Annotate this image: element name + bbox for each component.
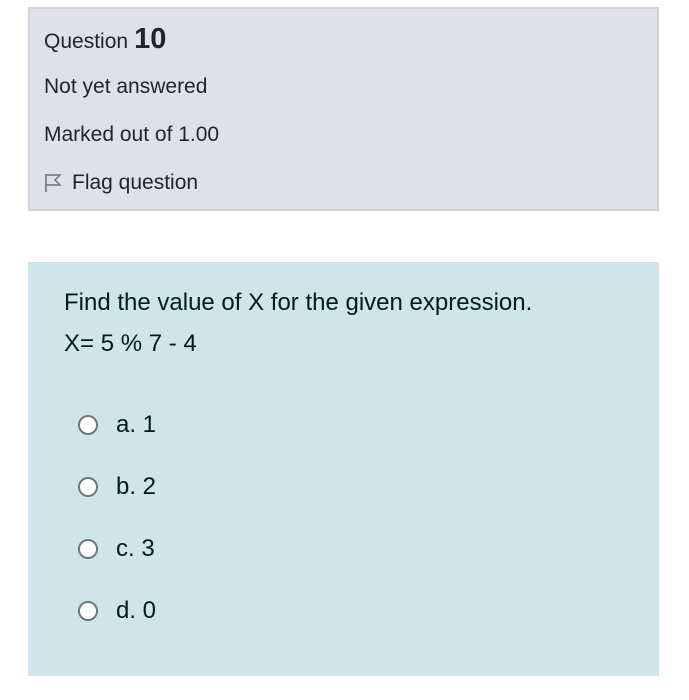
answer-option-b[interactable]: b. 2 (78, 472, 156, 502)
flag-question-label: Flag question (72, 171, 199, 194)
answer-radio-a[interactable] (78, 415, 98, 435)
answer-option-c[interactable]: c. 3 (78, 534, 155, 564)
question-title: Question 10 (44, 23, 166, 58)
answer-label-b: b. 2 (116, 473, 157, 500)
answer-radio-b[interactable] (78, 477, 98, 497)
question-grade: Marked out of 1.00 (44, 123, 220, 146)
answer-label-c: c. 3 (116, 535, 155, 562)
question-state: Not yet answered (44, 75, 208, 98)
flag-outline-icon (44, 173, 72, 193)
flag-question-link[interactable]: Flag question (44, 169, 198, 197)
question-formulation-panel: Find the value of X for the given expres… (28, 262, 659, 676)
answer-option-a[interactable]: a. 1 (78, 410, 156, 440)
question-title-prefix: Question (44, 30, 129, 53)
question-expression: X= 5 % 7 - 4 (64, 330, 197, 357)
answer-label-a: a. 1 (116, 411, 157, 438)
answer-option-d[interactable]: d. 0 (78, 596, 156, 626)
question-number: 10 (134, 23, 167, 55)
question-text: Find the value of X for the given expres… (64, 289, 533, 316)
answer-label-d: d. 0 (116, 597, 157, 624)
answer-radio-d[interactable] (78, 601, 98, 621)
answer-radio-c[interactable] (78, 539, 98, 559)
question-info-panel: Question 10 Not yet answered Marked out o… (28, 7, 659, 211)
